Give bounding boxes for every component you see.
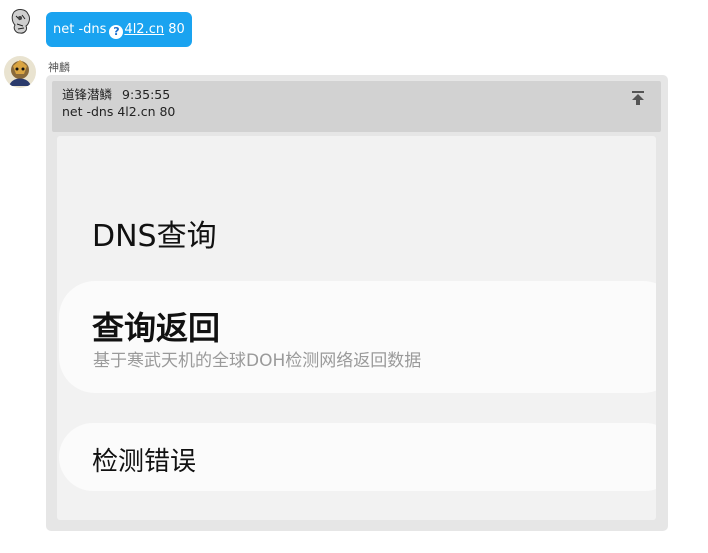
quoted-message[interactable]: 道锋潜鳞 9:35:55 net -dns 4l2.cn 80 xyxy=(52,81,661,132)
bot-reply-card: 道锋潜鳞 9:35:55 net -dns 4l2.cn 80 DNS查询 查询返… xyxy=(46,75,668,531)
command-prefix: net -dns xyxy=(53,22,107,37)
result-subtitle: 基于寒武天机的全球DOH检测网络返回数据 xyxy=(93,351,422,371)
user-avatar[interactable] xyxy=(6,6,36,36)
quote-time: 9:35:55 xyxy=(122,87,171,102)
domain-link[interactable]: 4l2.cn xyxy=(124,22,164,37)
user-message-bubble[interactable]: net -dns? 4l2.cn 80 xyxy=(46,12,192,47)
quote-text: net -dns 4l2.cn 80 xyxy=(62,104,176,119)
pin-to-top-icon[interactable] xyxy=(631,90,645,106)
bot-avatar[interactable] xyxy=(4,56,36,88)
result-heading: 查询返回 xyxy=(92,309,221,347)
error-section: 检测错误 xyxy=(59,423,656,491)
error-heading: 检测错误 xyxy=(92,447,197,477)
command-suffix: 80 xyxy=(168,22,185,37)
quote-author: 道锋潜鳞 xyxy=(62,87,113,102)
question-circle-icon[interactable]: ? xyxy=(109,25,124,39)
result-section: 查询返回 基于寒武天机的全球DOH检测网络返回数据 xyxy=(59,281,656,393)
sender-name: 神麟 xyxy=(48,61,70,74)
card-title: DNS查询 xyxy=(92,219,217,254)
result-image: DNS查询 查询返回 基于寒武天机的全球DOH检测网络返回数据 检测错误 xyxy=(57,136,656,520)
